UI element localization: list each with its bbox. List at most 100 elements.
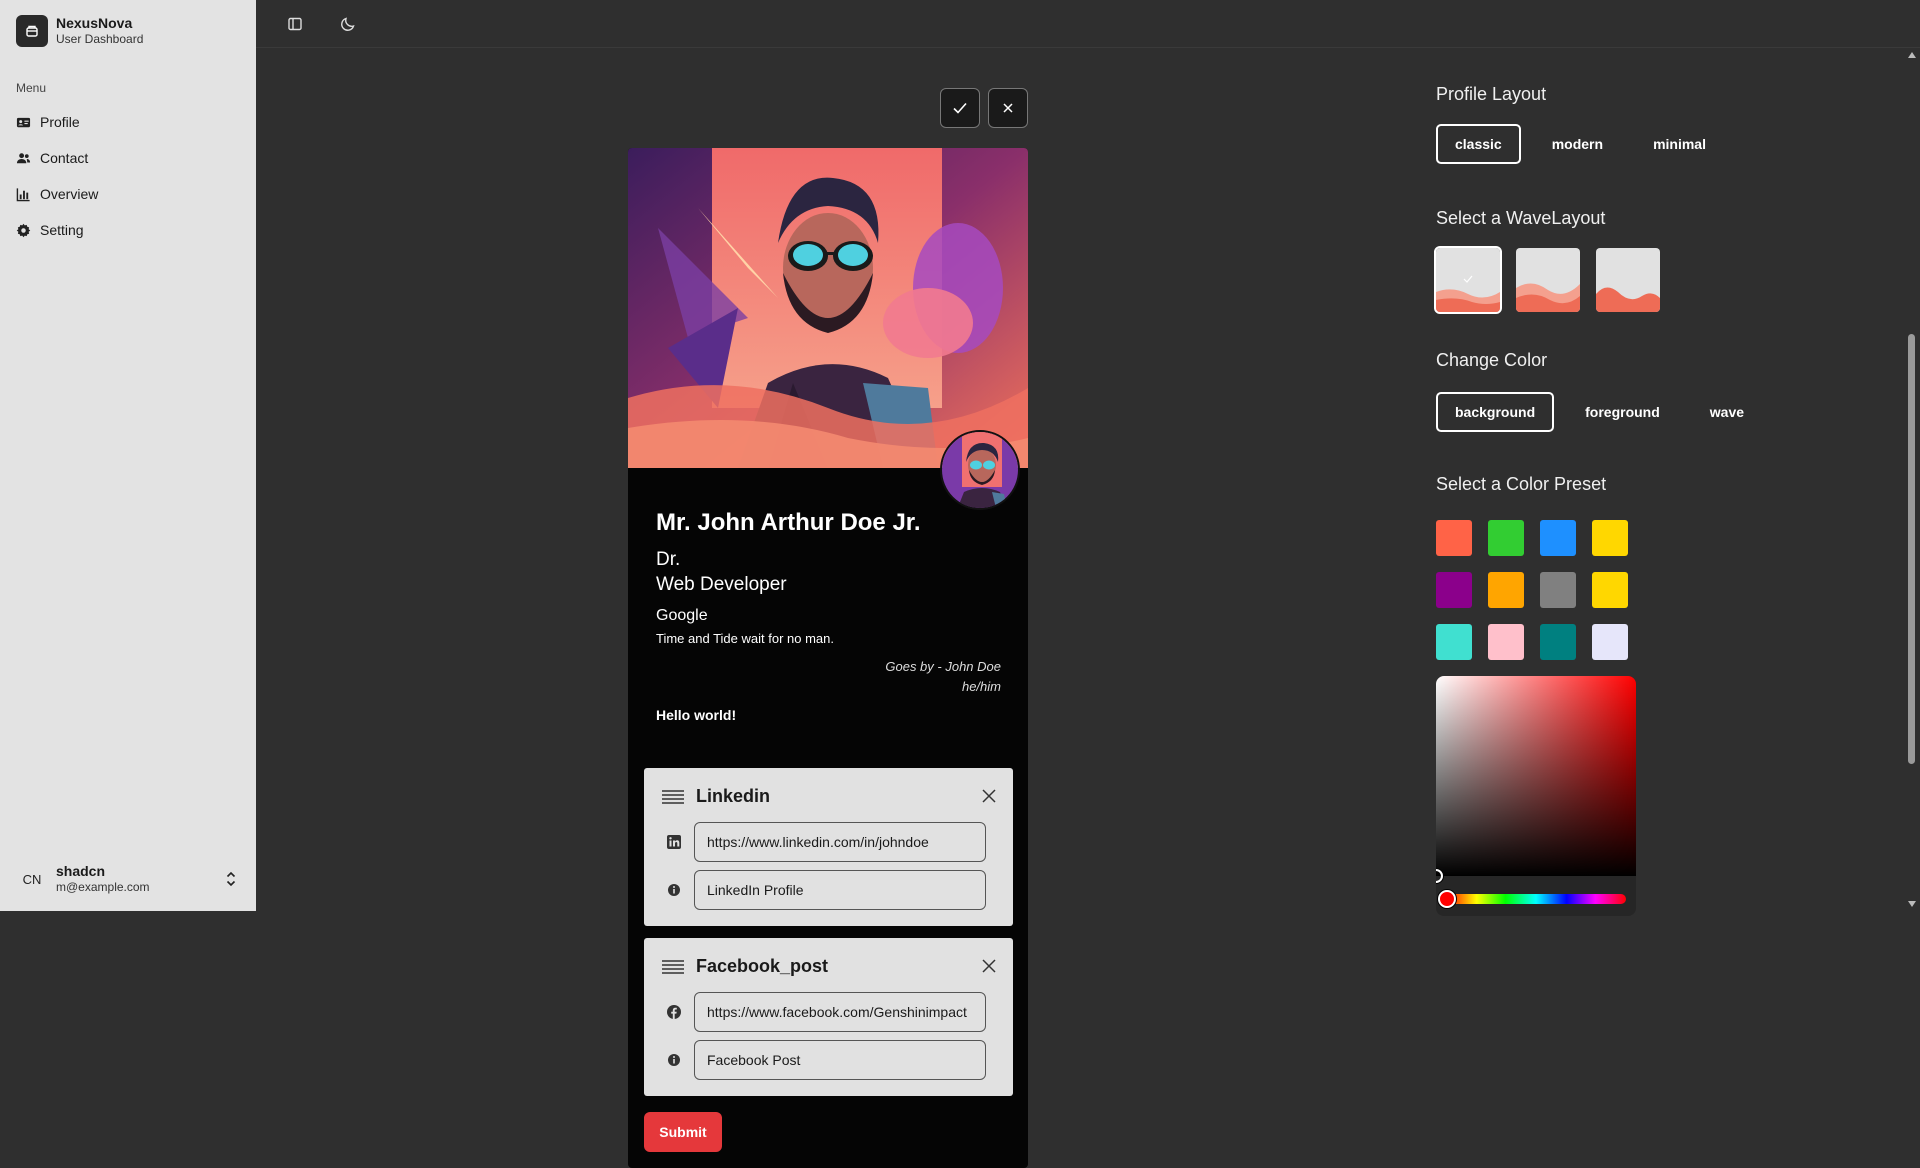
sidebar-item-label: Overview — [40, 186, 99, 202]
color-target-background[interactable]: background — [1436, 392, 1555, 432]
change-color-title: Change Color — [1436, 350, 1548, 370]
wave-option-2[interactable] — [1516, 248, 1580, 312]
hue-slider[interactable] — [1446, 894, 1626, 904]
link-title: Facebook_post — [696, 956, 829, 976]
confirm-button[interactable] — [940, 88, 980, 128]
avatar: CN — [22, 871, 42, 887]
linkedin-icon — [666, 834, 682, 850]
avatar-image — [942, 432, 1018, 508]
color-preset-swatch[interactable] — [1540, 520, 1576, 556]
menu-title: Menu — [16, 81, 47, 95]
app-subtitle: User Dashboard — [56, 32, 144, 46]
facebook-icon — [666, 1004, 682, 1020]
profile-goes-by: Goes by - John Doe he/him — [656, 657, 1001, 697]
id-card-icon — [16, 117, 31, 127]
color-preset-swatch[interactable] — [1592, 624, 1628, 660]
hue-slider-handle[interactable] — [1438, 890, 1456, 908]
color-preset-swatch[interactable] — [1592, 572, 1628, 608]
check-icon — [953, 102, 967, 114]
color-preset-swatch[interactable] — [1488, 624, 1524, 660]
panel-left-icon — [288, 17, 302, 31]
layout-option-modern[interactable]: modern — [1533, 124, 1622, 164]
wave-layout-selector — [1434, 246, 1660, 314]
brand[interactable]: NexusNova User Dashboard — [16, 15, 143, 47]
link-card-linkedin: Linkedin — [644, 768, 1013, 926]
link-title: Linkedin — [696, 786, 771, 806]
pronouns-text: he/him — [961, 679, 1001, 694]
close-icon — [1003, 103, 1013, 113]
sidebar-item-overview[interactable]: Overview — [0, 176, 256, 212]
profile-info: Mr. John Arthur Doe Jr. Dr. Web Develope… — [656, 508, 1001, 725]
color-preset-swatch[interactable] — [1436, 572, 1472, 608]
users-icon — [16, 152, 31, 163]
color-preset-swatch[interactable] — [1436, 520, 1472, 556]
link-label-input[interactable] — [694, 1040, 986, 1080]
sidebar-item-label: Contact — [40, 150, 89, 166]
remove-link-icon[interactable] — [981, 958, 997, 974]
sidebar-nav: Profile Contact Overview Setting — [0, 104, 256, 248]
cancel-button[interactable] — [988, 88, 1028, 128]
color-preset-title: Select a Color Preset — [1436, 474, 1607, 494]
color-target-selector: background foreground wave — [1436, 392, 1763, 432]
moon-icon — [341, 17, 355, 31]
theme-toggle-button[interactable] — [336, 12, 360, 36]
link-label-input[interactable] — [694, 870, 986, 910]
sidebar-item-label: Profile — [40, 114, 80, 130]
profile-layout-title: Profile Layout — [1436, 84, 1547, 104]
sidebar-item-profile[interactable]: Profile — [0, 104, 256, 140]
sidebar-item-label: Setting — [40, 222, 84, 238]
scroll-up-arrow[interactable] — [1908, 52, 1916, 58]
color-preset-swatch[interactable] — [1540, 624, 1576, 660]
drag-handle-icon[interactable] — [662, 789, 684, 804]
color-target-foreground[interactable]: foreground — [1566, 392, 1679, 432]
profile-bio: Hello world! — [656, 707, 737, 723]
chevrons-up-down-icon — [226, 871, 236, 887]
scroll-down-arrow[interactable] — [1908, 901, 1916, 907]
profile-avatar[interactable] — [940, 430, 1020, 510]
scrollbar[interactable] — [1904, 48, 1920, 911]
sidebar-item-contact[interactable]: Contact — [0, 140, 256, 176]
app-name: NexusNova — [56, 15, 133, 31]
link-url-input[interactable] — [694, 992, 986, 1032]
color-picker[interactable] — [1436, 676, 1636, 916]
link-url-input[interactable] — [694, 822, 986, 862]
user-menu[interactable]: CN shadcn m@example.com — [0, 857, 256, 901]
profile-cover-image — [628, 148, 1028, 468]
layout-selector: classic modern minimal — [1436, 124, 1725, 164]
saturation-area[interactable] — [1436, 676, 1636, 876]
user-email: m@example.com — [56, 880, 150, 894]
top-bar — [256, 0, 1920, 48]
color-preset-swatch[interactable] — [1488, 572, 1524, 608]
sidebar: NexusNova User Dashboard Menu Profile Co… — [0, 0, 256, 911]
sidebar-toggle-button[interactable] — [283, 12, 307, 36]
app-logo-icon — [16, 15, 48, 47]
scrollbar-thumb[interactable] — [1908, 334, 1915, 764]
link-card-facebook: Facebook_post — [644, 938, 1013, 1096]
info-icon — [666, 882, 682, 898]
goes-by-text: Goes by - John Doe — [885, 659, 1001, 674]
profile-prefix: Dr. — [656, 549, 681, 570]
profile-card: Mr. John Arthur Doe Jr. Dr. Web Develope… — [628, 148, 1028, 1168]
info-icon — [666, 1052, 682, 1068]
layout-option-classic[interactable]: classic — [1436, 124, 1521, 164]
color-preset-grid — [1436, 520, 1628, 660]
bar-chart-icon — [16, 187, 30, 201]
color-target-wave[interactable]: wave — [1691, 392, 1763, 432]
user-name: shadcn — [56, 863, 106, 879]
color-preset-swatch[interactable] — [1540, 572, 1576, 608]
profile-quote: Time and Tide wait for no man. — [656, 631, 834, 646]
remove-link-icon[interactable] — [981, 788, 997, 804]
wave-layout-title: Select a WaveLayout — [1436, 208, 1606, 228]
color-preset-swatch[interactable] — [1488, 520, 1524, 556]
gear-icon — [16, 223, 31, 237]
profile-job-title: Web Developer — [656, 574, 787, 595]
color-preset-swatch[interactable] — [1436, 624, 1472, 660]
profile-company: Google — [656, 607, 708, 624]
drag-handle-icon[interactable] — [662, 959, 684, 974]
color-preset-swatch[interactable] — [1592, 520, 1628, 556]
wave-option-1[interactable] — [1434, 246, 1502, 314]
layout-option-minimal[interactable]: minimal — [1634, 124, 1725, 164]
wave-option-3[interactable] — [1596, 248, 1660, 312]
sidebar-item-setting[interactable]: Setting — [0, 212, 256, 248]
submit-button[interactable]: Submit — [644, 1112, 722, 1152]
